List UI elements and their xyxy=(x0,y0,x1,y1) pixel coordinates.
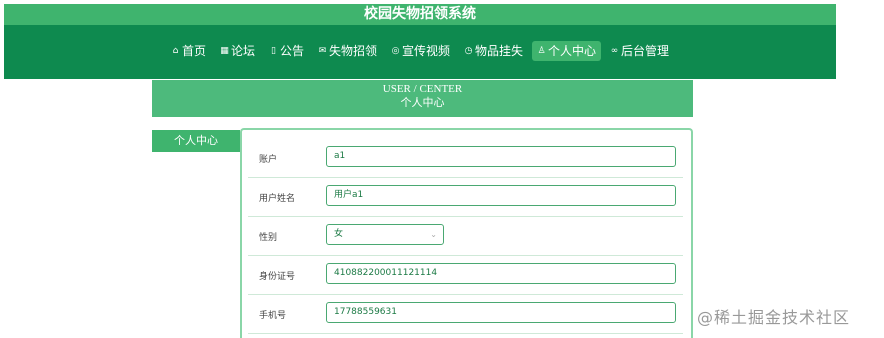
user-icon: ♙ xyxy=(537,46,546,56)
mail-icon: ✉ xyxy=(318,46,327,56)
site-title: 校园失物招领系统 xyxy=(4,4,836,25)
page-banner: USER / CENTER 个人中心 xyxy=(152,80,693,117)
chevron-down-icon: ⌄ xyxy=(430,230,437,239)
main-navbar: ⌂ 首页 ▦ 论坛 ▯ 公告 ✉ 失物招领 ◎ 宣传视频 ◷ 物品挂失 ♙ 个人中心 ∞ 后台管… xyxy=(4,25,836,79)
nav-item-label: 失物招领 xyxy=(328,44,377,58)
nav-item-video[interactable]: ◎ 宣传视频 xyxy=(386,41,455,61)
form-row-gender: 性别 女 ⌄ xyxy=(248,216,683,256)
gender-select[interactable]: 女 ⌄ xyxy=(326,224,444,245)
form-row-idcard: 身份证号 410882200011121114 xyxy=(248,255,683,295)
nav-item-label: 物品挂失 xyxy=(475,44,524,58)
nav-item-label: 个人中心 xyxy=(548,44,597,58)
banner-english-title: USER / CENTER xyxy=(382,83,463,95)
video-icon: ◎ xyxy=(391,46,400,56)
profile-form: 账户 a1 用户姓名 用户a1 性别 女 ⌄ 身份证号 410882200011… xyxy=(240,128,693,338)
forum-icon: ▦ xyxy=(220,46,229,56)
account-field[interactable]: a1 xyxy=(326,146,676,167)
clock-icon: ◷ xyxy=(464,46,473,56)
nav-item-label: 宣传视频 xyxy=(402,44,451,58)
banner-chinese-title: 个人中心 xyxy=(400,97,445,109)
nav-item-label: 论坛 xyxy=(230,44,255,58)
nav-item-user-center[interactable]: ♙ 个人中心 xyxy=(532,41,602,61)
form-row-name: 用户姓名 用户a1 xyxy=(248,177,683,217)
form-row-account: 账户 a1 xyxy=(248,138,683,178)
name-label: 用户姓名 xyxy=(259,194,296,204)
form-row-phone: 手机号 17788559631 xyxy=(248,294,683,334)
gender-value: 女 xyxy=(334,229,344,239)
nav-menu: ⌂ 首页 ▦ 论坛 ▯ 公告 ✉ 失物招领 ◎ 宣传视频 ◷ 物品挂失 ♙ 个人中心 ∞ 后台管… xyxy=(4,41,836,61)
idcard-field[interactable]: 410882200011121114 xyxy=(326,263,676,284)
sidebar-item-user-center[interactable]: 个人中心 xyxy=(152,130,240,152)
nav-item-forum[interactable]: ▦ 论坛 xyxy=(215,41,260,61)
nav-item-notice[interactable]: ▯ 公告 xyxy=(264,41,309,61)
link-icon: ∞ xyxy=(610,46,619,56)
nav-item-label: 公告 xyxy=(279,44,304,58)
nav-item-report-loss[interactable]: ◷ 物品挂失 xyxy=(459,41,528,61)
nav-item-home[interactable]: ⌂ 首页 xyxy=(166,41,211,61)
notice-icon: ▯ xyxy=(270,46,276,56)
nav-item-admin[interactable]: ∞ 后台管理 xyxy=(605,41,674,61)
phone-field[interactable]: 17788559631 xyxy=(326,302,676,323)
name-field[interactable]: 用户a1 xyxy=(326,185,676,206)
gender-label: 性别 xyxy=(259,233,278,243)
nav-item-label: 后台管理 xyxy=(621,44,670,58)
nav-item-lost-found[interactable]: ✉ 失物招领 xyxy=(313,41,382,61)
idcard-label: 身份证号 xyxy=(259,272,296,282)
phone-label: 手机号 xyxy=(259,311,287,321)
home-icon: ⌂ xyxy=(172,46,179,56)
account-label: 账户 xyxy=(259,155,278,165)
watermark: @稀土掘金技术社区 xyxy=(697,308,851,327)
nav-item-label: 首页 xyxy=(181,44,206,58)
